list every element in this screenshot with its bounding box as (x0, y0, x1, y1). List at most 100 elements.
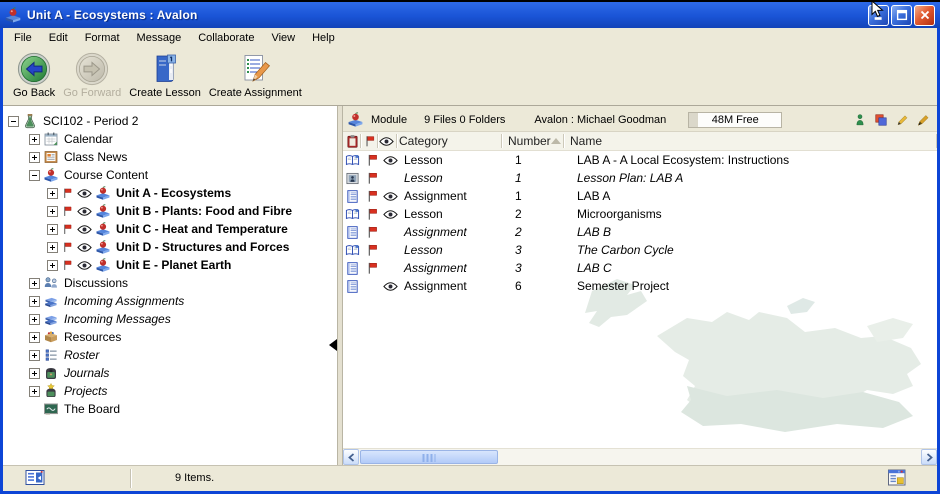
file-row[interactable]: Lesson 3 The Carbon Cycle (343, 241, 937, 259)
tree-item[interactable]: Unit E - Planet Earth (3, 256, 337, 274)
expand-toggle[interactable] (29, 350, 40, 361)
toolbar-button[interactable]: Go Forward (60, 51, 124, 100)
title-bar[interactable]: Unit A - Ecosystems : Avalon (0, 2, 940, 28)
expand-toggle[interactable] (47, 242, 58, 253)
tree-item[interactable]: Roster (3, 346, 337, 364)
file-name: LAB A (571, 189, 937, 203)
file-category: Lesson (402, 207, 509, 221)
menu-item[interactable]: File (6, 30, 41, 47)
expand-toggle[interactable] (29, 296, 40, 307)
file-category: Assignment (402, 225, 509, 239)
go-back-icon (17, 52, 51, 86)
eye-icon (77, 206, 92, 217)
collapse-panel-icon[interactable] (329, 339, 337, 351)
tree-item[interactable]: Unit D - Structures and Forces (3, 238, 337, 256)
menu-item[interactable]: Edit (41, 30, 77, 47)
tree-item[interactable]: Discussions (3, 274, 337, 292)
file-number: 3 (509, 243, 571, 257)
tree-item[interactable]: Class News (3, 148, 337, 166)
expand-toggle[interactable] (8, 116, 19, 127)
column-header-category[interactable]: Category (397, 134, 502, 148)
eye-icon (383, 281, 398, 292)
window-control-button[interactable] (891, 5, 912, 26)
tree-item[interactable]: Unit A - Ecosystems (3, 184, 337, 202)
person-icon[interactable] (853, 113, 867, 127)
file-row[interactable]: Assignment 2 LAB B (343, 223, 937, 241)
window-control-button[interactable] (914, 5, 935, 26)
menu-item[interactable]: Message (129, 30, 191, 47)
tree-item[interactable]: Incoming Messages (3, 310, 337, 328)
pencil-icon[interactable] (895, 113, 909, 127)
expand-toggle[interactable] (29, 314, 40, 325)
tree-item[interactable]: Unit B - Plants: Food and Fibre (3, 202, 337, 220)
scrollbar-thumb[interactable] (360, 450, 498, 464)
main-area: SCI102 - Period 2 Calendar Class News (3, 106, 937, 465)
expand-toggle[interactable] (29, 134, 40, 145)
file-row[interactable]: Lesson 1 Lesson Plan: LAB A (343, 169, 937, 187)
form-icon[interactable] (887, 468, 907, 487)
tree-item[interactable]: Incoming Assignments (3, 292, 337, 310)
tree-item[interactable]: Resources (3, 328, 337, 346)
eye-icon (77, 224, 92, 235)
menu-item[interactable]: Format (77, 30, 129, 47)
expand-toggle[interactable] (29, 170, 40, 181)
lesson-plan-icon (345, 171, 360, 186)
column-header-number[interactable]: Number (502, 134, 564, 148)
create-lesson-icon (148, 52, 182, 86)
expand-toggle[interactable] (47, 260, 58, 271)
menu-item[interactable]: Help (304, 30, 344, 47)
column-header-name[interactable]: Name (564, 134, 937, 148)
tree-item[interactable]: Course Content (3, 166, 337, 184)
toolbar-button[interactable]: Go Back (10, 51, 58, 100)
tree-item-label: Unit A - Ecosystems (114, 186, 231, 200)
file-row[interactable]: Assignment 1 LAB A (343, 187, 937, 205)
news-icon (43, 149, 59, 165)
pen-icon[interactable] (916, 113, 930, 127)
file-category: Assignment (402, 261, 509, 275)
tree-item[interactable]: Calendar (3, 130, 337, 148)
file-row[interactable]: Assignment 6 Semester Project (343, 277, 937, 295)
expand-toggle[interactable] (29, 386, 40, 397)
tree-item[interactable]: Journals (3, 364, 337, 382)
expand-toggle[interactable] (47, 188, 58, 199)
horizontal-scrollbar[interactable] (343, 448, 937, 465)
tree-item[interactable]: Unit C - Heat and Temperature (3, 220, 337, 238)
tree-item[interactable]: SCI102 - Period 2 (3, 112, 337, 130)
tree-item-label: Incoming Messages (62, 312, 171, 326)
menu-item[interactable]: View (263, 30, 304, 47)
flag-icon (61, 241, 74, 254)
tree-item[interactable]: The Board (3, 400, 337, 418)
column-header-flag[interactable] (361, 134, 378, 148)
column-header-eye[interactable] (378, 134, 397, 148)
assignment-icon (345, 279, 360, 294)
column-header-item[interactable] (343, 134, 361, 148)
menu-item[interactable]: Collaborate (190, 30, 263, 47)
panel-info-bar: Module 9 Files 0 Folders Avalon : Michae… (343, 106, 937, 132)
scroll-right-button[interactable] (921, 449, 937, 465)
assignment-icon (345, 261, 360, 276)
lesson-book-icon (345, 243, 360, 258)
tree-item-label: Discussions (62, 276, 128, 290)
file-row[interactable]: Assignment 3 LAB C (343, 259, 937, 277)
expand-toggle[interactable] (29, 332, 40, 343)
file-row[interactable]: Lesson 2 Microorganisms (343, 205, 937, 223)
expand-toggle[interactable] (29, 278, 40, 289)
books-icon (43, 311, 59, 327)
toolbar-button[interactable]: Create Assignment (206, 51, 305, 100)
assignment-icon (345, 225, 360, 240)
expand-toggle[interactable] (29, 152, 40, 163)
scroll-left-button[interactable] (343, 449, 359, 465)
layers-icon[interactable] (874, 113, 888, 127)
file-row[interactable]: Lesson 1 LAB A - A Local Ecosystem: Inst… (343, 151, 937, 169)
tree-item[interactable]: Projects (3, 382, 337, 400)
toolbar-button[interactable]: Create Lesson (126, 51, 204, 100)
expand-toggle[interactable] (47, 206, 58, 217)
file-name: LAB A - A Local Ecosystem: Instructions (571, 153, 937, 167)
split-view-icon[interactable] (25, 469, 45, 486)
file-number: 2 (509, 225, 571, 239)
tree-item-label: Class News (62, 150, 127, 164)
mouse-cursor-icon (871, 1, 884, 18)
apple-books-icon (95, 203, 111, 219)
expand-toggle[interactable] (29, 368, 40, 379)
expand-toggle[interactable] (47, 224, 58, 235)
